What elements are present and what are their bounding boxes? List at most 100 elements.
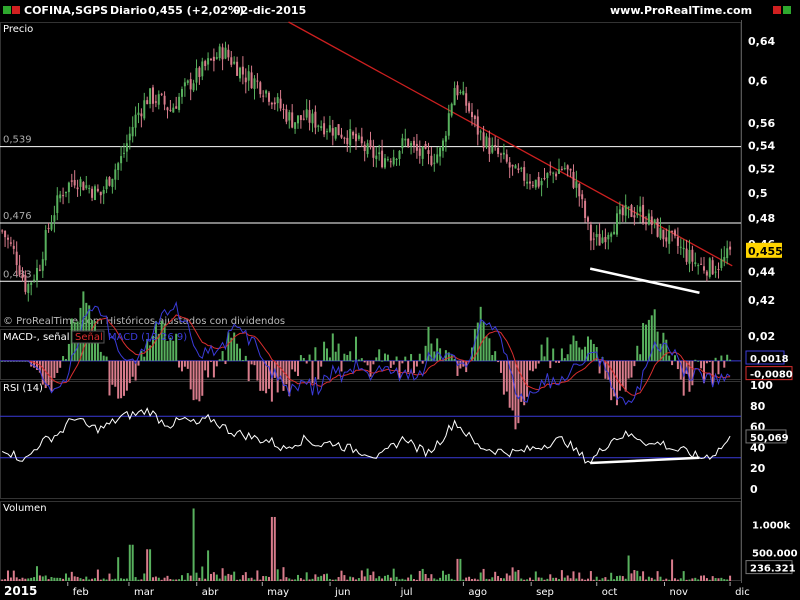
volume-bar (183, 579, 186, 581)
candle-body (462, 90, 465, 95)
volume-bar (688, 579, 691, 581)
macd-histogram-bar (244, 355, 247, 361)
candle-body (514, 165, 517, 169)
candle-body (575, 181, 578, 188)
candle-body (224, 47, 227, 59)
x-tick-label: jun (334, 587, 350, 598)
candle-body (215, 57, 218, 59)
volume-bar (494, 571, 497, 581)
volume-bar (27, 578, 30, 581)
macd-histogram-bar (404, 356, 407, 361)
candle-body (323, 123, 326, 135)
macd-histogram-bar (682, 360, 685, 396)
macd-tick-label: 0,02 (748, 330, 775, 343)
volume-bar (198, 577, 201, 581)
candle-body (192, 83, 195, 91)
volume-bar (456, 558, 459, 581)
candle-body (375, 155, 378, 160)
macd-histogram-bar (186, 360, 189, 369)
macd-histogram-bar (491, 354, 494, 361)
volume-bar (328, 579, 331, 581)
volume-bar (99, 579, 102, 581)
volume-bar (157, 577, 160, 581)
volume-bar (462, 579, 465, 581)
candle-body (35, 267, 38, 281)
candle-body (395, 159, 398, 161)
candle-body (415, 143, 418, 151)
volume-bar (555, 577, 558, 581)
candle-body (659, 227, 662, 239)
volume-bar (470, 579, 473, 581)
macd-histogram-bar (557, 360, 560, 363)
candle-body (154, 101, 157, 103)
volume-bar (714, 578, 717, 581)
candle-body (99, 191, 102, 196)
macd-histogram-bar (381, 360, 384, 362)
macd-histogram-bar (195, 360, 198, 400)
candle-body (691, 249, 694, 262)
candle-body (360, 136, 363, 144)
volume-bar (67, 577, 70, 581)
volume-bar (459, 558, 462, 581)
candle-body (642, 204, 645, 223)
rsi-value-label: 50,069 (750, 433, 789, 444)
candle-body (627, 206, 630, 208)
volume-bar (114, 578, 117, 581)
candle-body (247, 71, 250, 81)
candle-body (407, 138, 410, 147)
candle-body (82, 182, 85, 191)
volume-bar (636, 570, 639, 581)
macd-histogram-bar (375, 357, 378, 361)
macd-histogram-bar (192, 360, 195, 401)
candle-body (305, 109, 308, 118)
macd-histogram-bar (563, 358, 566, 361)
volume-bar (172, 579, 175, 581)
candle-body (320, 126, 323, 129)
candle-body (404, 138, 407, 141)
candle-body (250, 72, 253, 89)
volume-bar (18, 579, 21, 581)
candle-body (523, 167, 526, 181)
candle-body (331, 128, 334, 136)
macd-histogram-bar (201, 360, 204, 396)
macd-histogram-bar (639, 354, 642, 361)
candle-body (21, 274, 24, 279)
chart-canvas: Precio0,640,60,560,540,520,50,480,460,44… (0, 20, 798, 598)
macd-histogram-bar (320, 360, 323, 367)
candle-body (128, 133, 131, 141)
candle-body (1, 230, 4, 232)
macd-histogram-bar (143, 356, 146, 361)
volume-bar (4, 579, 7, 581)
candle-body (291, 112, 294, 128)
volume-bar (6, 570, 9, 581)
volume-bar (569, 578, 572, 581)
volume-bar (53, 577, 56, 581)
price-tick-label: 0,54 (748, 139, 775, 152)
candle-body (505, 154, 508, 162)
macd-histogram-bar (407, 360, 410, 373)
volume-bar (207, 550, 210, 581)
macd-histogram-bar (618, 360, 621, 391)
candle-body (656, 218, 659, 237)
volume-bar (726, 579, 729, 581)
volume-bar (140, 579, 143, 581)
candle-body (53, 215, 56, 222)
volume-bar (334, 579, 337, 581)
macd-histogram-bar (102, 355, 105, 361)
volume-bar (62, 578, 65, 581)
macd-histogram-bar (401, 360, 404, 364)
volume-bar (468, 576, 471, 581)
volume-bar (169, 579, 172, 581)
candle-body (520, 167, 523, 169)
macd-histogram-bar (708, 360, 711, 363)
candle-body (354, 133, 357, 142)
candle-body (27, 283, 30, 293)
x-tick-label: oct (602, 587, 618, 598)
candle-body (169, 109, 172, 111)
volume-bar (430, 574, 433, 581)
candle-body (30, 282, 33, 285)
macd-histogram-bar (531, 360, 534, 372)
volume-bar (192, 508, 195, 581)
candle-body (436, 154, 439, 163)
candle-body (729, 246, 732, 250)
